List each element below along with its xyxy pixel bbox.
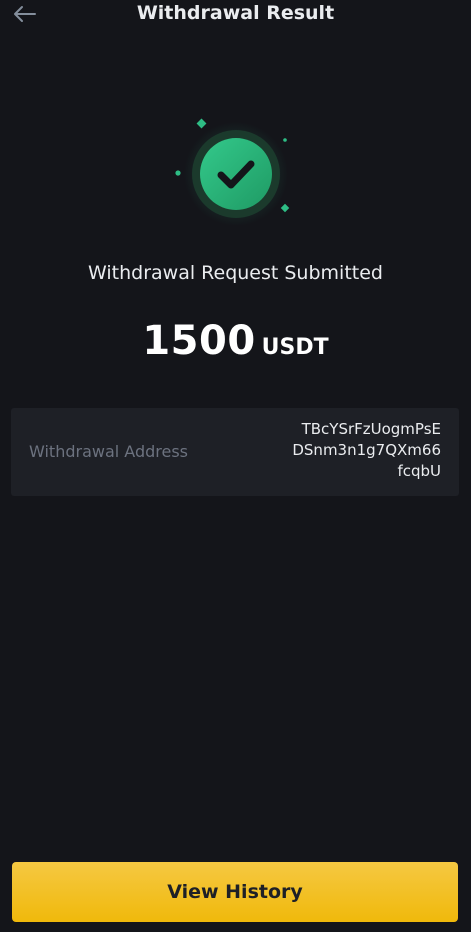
check-circle-icon [175, 118, 290, 226]
view-history-button[interactable]: View History [12, 862, 458, 922]
header: Withdrawal Result [0, 0, 471, 30]
view-history-label: View History [167, 881, 303, 903]
amount-value: 1500 [142, 318, 256, 364]
address-card: Withdrawal Address TBcYSrFzUogmPsE DSnm3… [11, 408, 459, 496]
amount-unit: USDT [261, 335, 329, 360]
withdrawal-amount: 1500 USDT [0, 318, 471, 364]
success-graphic [170, 115, 300, 226]
address-line: DSnm3n1g7QXm66 [292, 441, 441, 459]
address-line: fcqbU [397, 462, 441, 480]
address-label: Withdrawal Address [29, 442, 189, 461]
address-value: TBcYSrFzUogmPsE DSnm3n1g7QXm66 fcqbU [241, 419, 441, 482]
status-message: Withdrawal Request Submitted [88, 262, 383, 284]
page-title: Withdrawal Result [136, 2, 335, 24]
address-line: TBcYSrFzUogmPsE [301, 420, 441, 438]
